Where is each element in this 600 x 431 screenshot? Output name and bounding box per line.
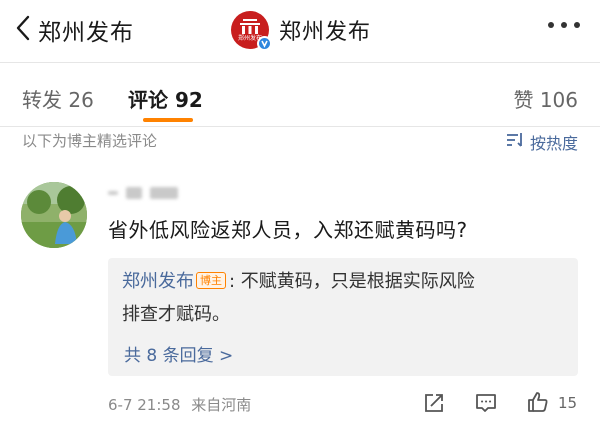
account-title[interactable]: 郑州发布 郑州发布	[231, 10, 372, 51]
reply-line: 郑州发布 博主: 不赋黄码，只是根据实际风险	[122, 269, 475, 295]
top-nav-bar: 郑州发布 郑州发布 郑州发布	[0, 0, 600, 62]
share-icon[interactable]	[422, 391, 446, 415]
tab-forward[interactable]: 转发 26	[22, 84, 94, 113]
sort-icon	[506, 132, 530, 152]
blogger-badge: 博主	[196, 272, 226, 289]
chevron-left-icon	[14, 14, 32, 46]
commenter-avatar[interactable]	[21, 182, 87, 248]
divider	[0, 126, 600, 127]
account-avatar[interactable]: 郑州发布	[231, 11, 272, 51]
reply-text-continued: 排查才赋码。	[122, 304, 230, 325]
more-options-icon[interactable]	[548, 22, 580, 28]
reply-text: : 不赋黄码，只是根据实际风险	[229, 271, 475, 292]
divider	[0, 62, 600, 63]
reply-author[interactable]: 郑州发布	[122, 271, 194, 292]
sort-label: 按热度	[529, 134, 578, 153]
tab-comments[interactable]: 评论 92	[128, 84, 203, 113]
comment-time: 6-7 21:58	[108, 396, 181, 414]
page-title: 郑州发布	[279, 20, 372, 45]
back-label: 郑州发布	[38, 20, 134, 46]
featured-comments-note: 以下为博主精选评论	[22, 132, 158, 150]
tab-bar: 转发 26 评论 92 赞 106	[0, 70, 600, 126]
commenter-name-blurred[interactable]	[108, 184, 178, 202]
active-tab-indicator	[143, 118, 193, 122]
comment-meta: 6-7 21:58 来自河南	[108, 394, 251, 415]
like-thumb-icon[interactable]	[526, 390, 550, 414]
back-button[interactable]: 郑州发布	[14, 14, 134, 46]
sort-button[interactable]: 按热度	[506, 130, 578, 154]
verified-badge-icon	[257, 36, 272, 51]
reply-preview-box[interactable]: 郑州发布 博主: 不赋黄码，只是根据实际风险 排查才赋码。 共 8 条回复 >	[108, 258, 578, 376]
tab-likes[interactable]: 赞 106	[513, 84, 578, 113]
view-all-replies-link[interactable]: 共 8 条回复 >	[124, 341, 233, 366]
comment-text: 省外低风险返郑人员，入郑还赋黄码吗?	[108, 218, 468, 242]
reply-comment-icon[interactable]	[474, 391, 498, 415]
like-count: 15	[558, 394, 578, 412]
comment-location: 来自河南	[191, 396, 252, 414]
